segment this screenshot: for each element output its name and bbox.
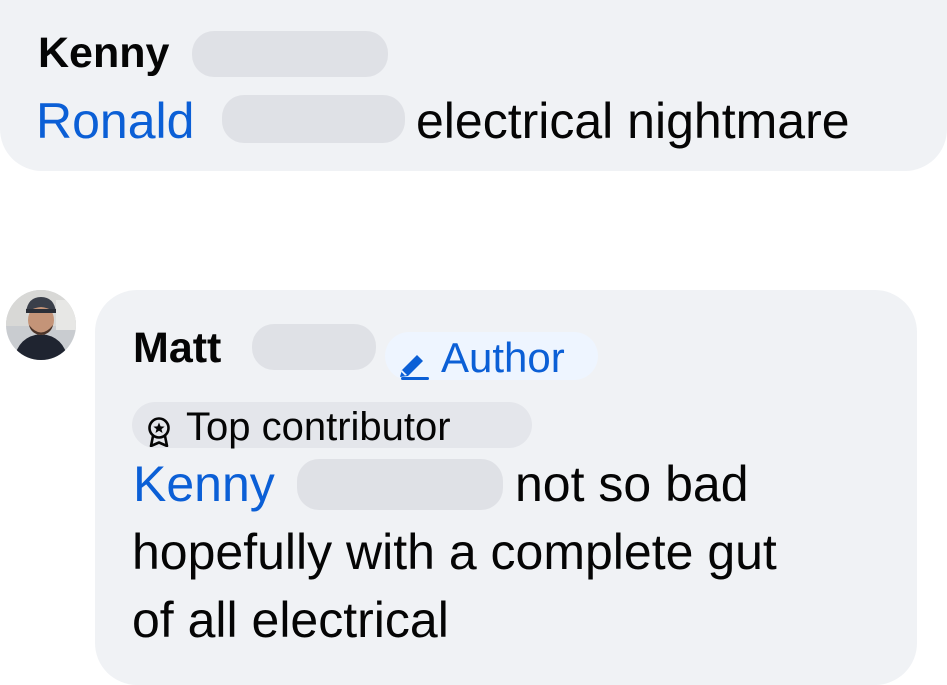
mention-link[interactable]: Ronald xyxy=(36,91,194,151)
author-badge: Author xyxy=(385,332,598,381)
redacted-surname xyxy=(192,31,388,77)
redacted-surname xyxy=(297,459,503,510)
top-contributor-label: Top contributor xyxy=(186,405,451,449)
user-avatar[interactable] xyxy=(6,290,76,360)
comment-author-name[interactable]: Matt xyxy=(133,323,221,373)
author-badge-label: Author xyxy=(441,334,565,381)
top-contributor-badge: Top contributor xyxy=(132,402,532,449)
pencil-icon xyxy=(397,342,431,390)
comment-text-line-2: hopefully with a complete gut xyxy=(132,524,777,580)
mention-link[interactable]: Kenny xyxy=(133,454,275,514)
comment-text: electrical nightmare xyxy=(416,93,850,149)
medal-icon xyxy=(146,411,172,457)
redacted-surname xyxy=(252,324,376,370)
redacted-surname xyxy=(222,95,405,143)
comment-text-line-3: of all electrical xyxy=(132,592,449,648)
comment-author-name[interactable]: Kenny xyxy=(38,28,169,78)
comment-text-line-1: not so bad xyxy=(515,456,749,512)
